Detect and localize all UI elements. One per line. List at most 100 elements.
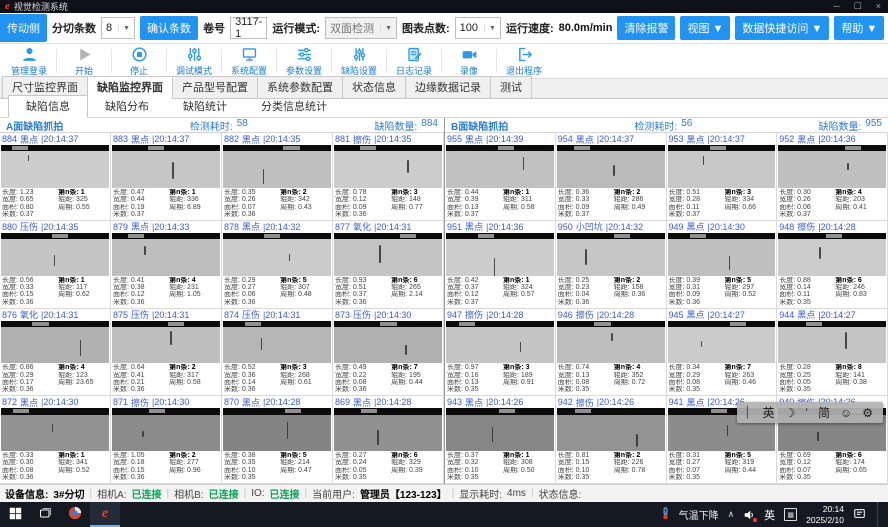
param-settings-button[interactable]: 参数设置 xyxy=(277,44,331,78)
admin-login-button[interactable]: 管理登录 xyxy=(2,44,56,78)
defect-cell[interactable]: 875 压伤 |20:14:31 长度: 0.64宽度: 0.41面积: 0.2… xyxy=(111,309,222,397)
defect-image[interactable] xyxy=(668,233,776,276)
log-record-button[interactable]: 日志记录 xyxy=(387,44,441,78)
defect-image[interactable] xyxy=(223,233,331,276)
defect-image[interactable] xyxy=(557,408,665,451)
transmission-side-button[interactable]: 传动侧 xyxy=(0,14,47,42)
defect-cell[interactable]: 872 黑点 |20:14:30 长度: 0.33宽度: 0.30面积: 0.0… xyxy=(0,396,111,484)
close-button[interactable]: × xyxy=(876,1,881,12)
defect-cell[interactable]: 877 氧化 |20:14:31 长度: 0.93宽度: 0.51面积: 0.3… xyxy=(333,221,444,309)
defect-image[interactable] xyxy=(334,321,442,364)
ime-drag-handle[interactable]: ▏ xyxy=(747,406,755,419)
maximize-button[interactable]: ☐ xyxy=(854,1,862,12)
roll-no-input[interactable]: 3117-1 xyxy=(230,17,267,39)
main-tab-item[interactable]: 产品型号配置 xyxy=(172,76,258,98)
slit-count-select[interactable]: 8 ▼ xyxy=(101,17,135,39)
data-quick-access-button[interactable]: 数据快捷访问 ▼ xyxy=(735,16,829,40)
minimize-button[interactable]: ─ xyxy=(833,1,839,12)
main-tab-item[interactable]: 测试 xyxy=(490,76,532,98)
defect-cell[interactable]: 946 擦伤 |20:14:28 长度: 0.74宽度: 0.13面积: 0.0… xyxy=(556,309,667,397)
defect-image[interactable] xyxy=(778,233,886,276)
ime-item[interactable]: 英 xyxy=(763,404,775,421)
sub-tab-item[interactable]: 缺陷统计 xyxy=(166,96,244,117)
ime-item[interactable]: 简 xyxy=(818,404,830,421)
defect-image[interactable] xyxy=(223,408,331,451)
defect-cell[interactable]: 952 黑点 |20:14:36 长度: 0.30宽度: 0.26面积: 0.0… xyxy=(777,133,888,221)
defect-cell[interactable]: 948 擦伤 |20:14:28 长度: 0.88宽度: 0.14面积: 0.1… xyxy=(777,221,888,309)
defect-cell[interactable]: 878 黑点 |20:14:32 长度: 0.29宽度: 0.27面积: 0.0… xyxy=(222,221,333,309)
defect-cell[interactable]: 884 黑点 |20:14:37 长度: 1.23宽度: 0.65面积: 0.8… xyxy=(0,133,111,221)
defect-cell[interactable]: 871 擦伤 |20:14:30 长度: 1.05宽度: 0.18面积: 0.1… xyxy=(111,396,222,484)
defect-image[interactable] xyxy=(1,321,109,364)
defect-cell[interactable]: 883 黑点 |20:14:37 长度: 0.47宽度: 0.44面积: 0.1… xyxy=(111,133,222,221)
defect-cell[interactable]: 882 黑点 |20:14:35 长度: 0.35宽度: 0.26面积: 0.0… xyxy=(222,133,333,221)
view-menu-button[interactable]: 视图 ▼ xyxy=(680,16,730,40)
defect-image[interactable] xyxy=(334,408,442,451)
defect-cell[interactable]: 955 黑点 |20:14:39 长度: 0.44宽度: 0.39面积: 0.1… xyxy=(445,133,556,221)
stop-button[interactable]: 停止 xyxy=(112,44,166,78)
defect-image[interactable] xyxy=(557,145,665,188)
help-menu-button[interactable]: 帮助 ▼ xyxy=(834,16,884,40)
taskbar-app-browser[interactable] xyxy=(60,502,90,527)
chart-points-select[interactable]: 100 ▼ xyxy=(455,17,501,39)
defect-cell[interactable]: 881 擦伤 |20:14:35 长度: 0.78宽度: 0.12面积: 0.0… xyxy=(333,133,444,221)
defect-image[interactable] xyxy=(112,233,220,276)
show-desktop-button[interactable] xyxy=(877,502,884,527)
ime-item[interactable]: ⚙ xyxy=(862,406,873,420)
defect-image[interactable] xyxy=(557,321,665,364)
defect-image[interactable] xyxy=(446,233,554,276)
defect-image[interactable] xyxy=(334,145,442,188)
sub-tab-item[interactable]: 缺陷信息 xyxy=(8,95,88,118)
exit-program-button[interactable]: 退出程序 xyxy=(497,44,551,78)
defect-image[interactable] xyxy=(778,321,886,364)
defect-image[interactable] xyxy=(1,233,109,276)
defect-image[interactable] xyxy=(557,233,665,276)
taskbar-app-inspection-active[interactable]: e xyxy=(90,502,120,527)
defect-cell[interactable]: 874 压伤 |20:14:31 长度: 0.52宽度: 0.36面积: 0.1… xyxy=(222,309,333,397)
ime-language-indicator[interactable]: 英 xyxy=(764,507,775,523)
clear-alarm-button[interactable]: 清除报警 xyxy=(617,16,675,40)
defect-cell[interactable]: 947 擦伤 |20:14:28 长度: 0.97宽度: 0.16面积: 0.1… xyxy=(445,309,556,397)
defect-settings-button[interactable]: 缺陷设置 xyxy=(332,44,386,78)
debug-mode-button[interactable]: 调试模式 xyxy=(167,44,221,78)
defect-cell[interactable]: 944 黑点 |20:14:27 长度: 0.28宽度: 0.25面积: 0.0… xyxy=(777,309,888,397)
defect-cell[interactable]: 950 小凹坑 |20:14:32 长度: 0.25宽度: 0.23面积: 0.… xyxy=(556,221,667,309)
defect-image[interactable] xyxy=(446,145,554,188)
ime-language-bar[interactable]: ▏ 英☽’简☺⚙ xyxy=(737,402,883,423)
ime-item[interactable]: ’ xyxy=(805,406,808,420)
weather-text[interactable]: 气温下降 xyxy=(679,507,719,522)
defect-cell[interactable]: 879 黑点 |20:14:33 长度: 0.41宽度: 0.38面积: 0.1… xyxy=(111,221,222,309)
defect-image[interactable] xyxy=(668,145,776,188)
defect-cell[interactable]: 945 黑点 |20:14:27 长度: 0.34宽度: 0.29面积: 0.0… xyxy=(667,309,778,397)
defect-image[interactable] xyxy=(1,145,109,188)
defect-image[interactable] xyxy=(446,408,554,451)
defect-cell[interactable]: 873 压伤 |20:14:30 长度: 0.49宽度: 0.22面积: 0.0… xyxy=(333,309,444,397)
defect-cell[interactable]: 870 黑点 |20:14:28 长度: 0.38宽度: 0.35面积: 0.1… xyxy=(222,396,333,484)
defect-cell[interactable]: 876 氧化 |20:14:31 长度: 0.86宽度: 0.29面积: 0.1… xyxy=(0,309,111,397)
defect-cell[interactable]: 954 黑点 |20:14:37 长度: 0.36宽度: 0.33面积: 0.0… xyxy=(556,133,667,221)
defect-cell[interactable]: 869 黑点 |20:14:28 长度: 0.27宽度: 0.24面积: 0.0… xyxy=(333,396,444,484)
sub-tab-item[interactable]: 缺陷分布 xyxy=(88,96,166,117)
defect-image[interactable] xyxy=(446,321,554,364)
ime-item[interactable]: ☽ xyxy=(785,406,796,420)
defect-image[interactable] xyxy=(112,145,220,188)
system-config-button[interactable]: 系统配置 xyxy=(222,44,276,78)
defect-image[interactable] xyxy=(112,321,220,364)
main-tab-item[interactable]: 系统参数配置 xyxy=(257,76,343,98)
start-menu-button[interactable] xyxy=(0,502,30,527)
defect-image[interactable] xyxy=(223,321,331,364)
defect-cell[interactable]: 942 擦伤 |20:14:26 长度: 0.81宽度: 0.15面积: 0.1… xyxy=(556,396,667,484)
defect-cell[interactable]: 880 压伤 |20:14:35 长度: 0.56宽度: 0.33面积: 0.1… xyxy=(0,221,111,309)
main-tab-item[interactable]: 边缘数据记录 xyxy=(405,76,491,98)
defect-image[interactable] xyxy=(668,321,776,364)
defect-cell[interactable]: 951 黑点 |20:14:36 长度: 0.42宽度: 0.37面积: 0.1… xyxy=(445,221,556,309)
defect-image[interactable] xyxy=(112,408,220,451)
confirm-count-button[interactable]: 确认条数 xyxy=(140,16,198,40)
run-mode-select[interactable]: 双面检测 ▼ xyxy=(325,17,397,39)
task-view-button[interactable] xyxy=(30,502,60,527)
defect-cell[interactable]: 943 黑点 |20:14:26 长度: 0.37宽度: 0.32面积: 0.1… xyxy=(445,396,556,484)
defect-image[interactable] xyxy=(778,145,886,188)
main-tab-item[interactable]: 状态信息 xyxy=(342,76,406,98)
start-button[interactable]: 开始 xyxy=(57,44,111,78)
defect-image[interactable] xyxy=(223,145,331,188)
